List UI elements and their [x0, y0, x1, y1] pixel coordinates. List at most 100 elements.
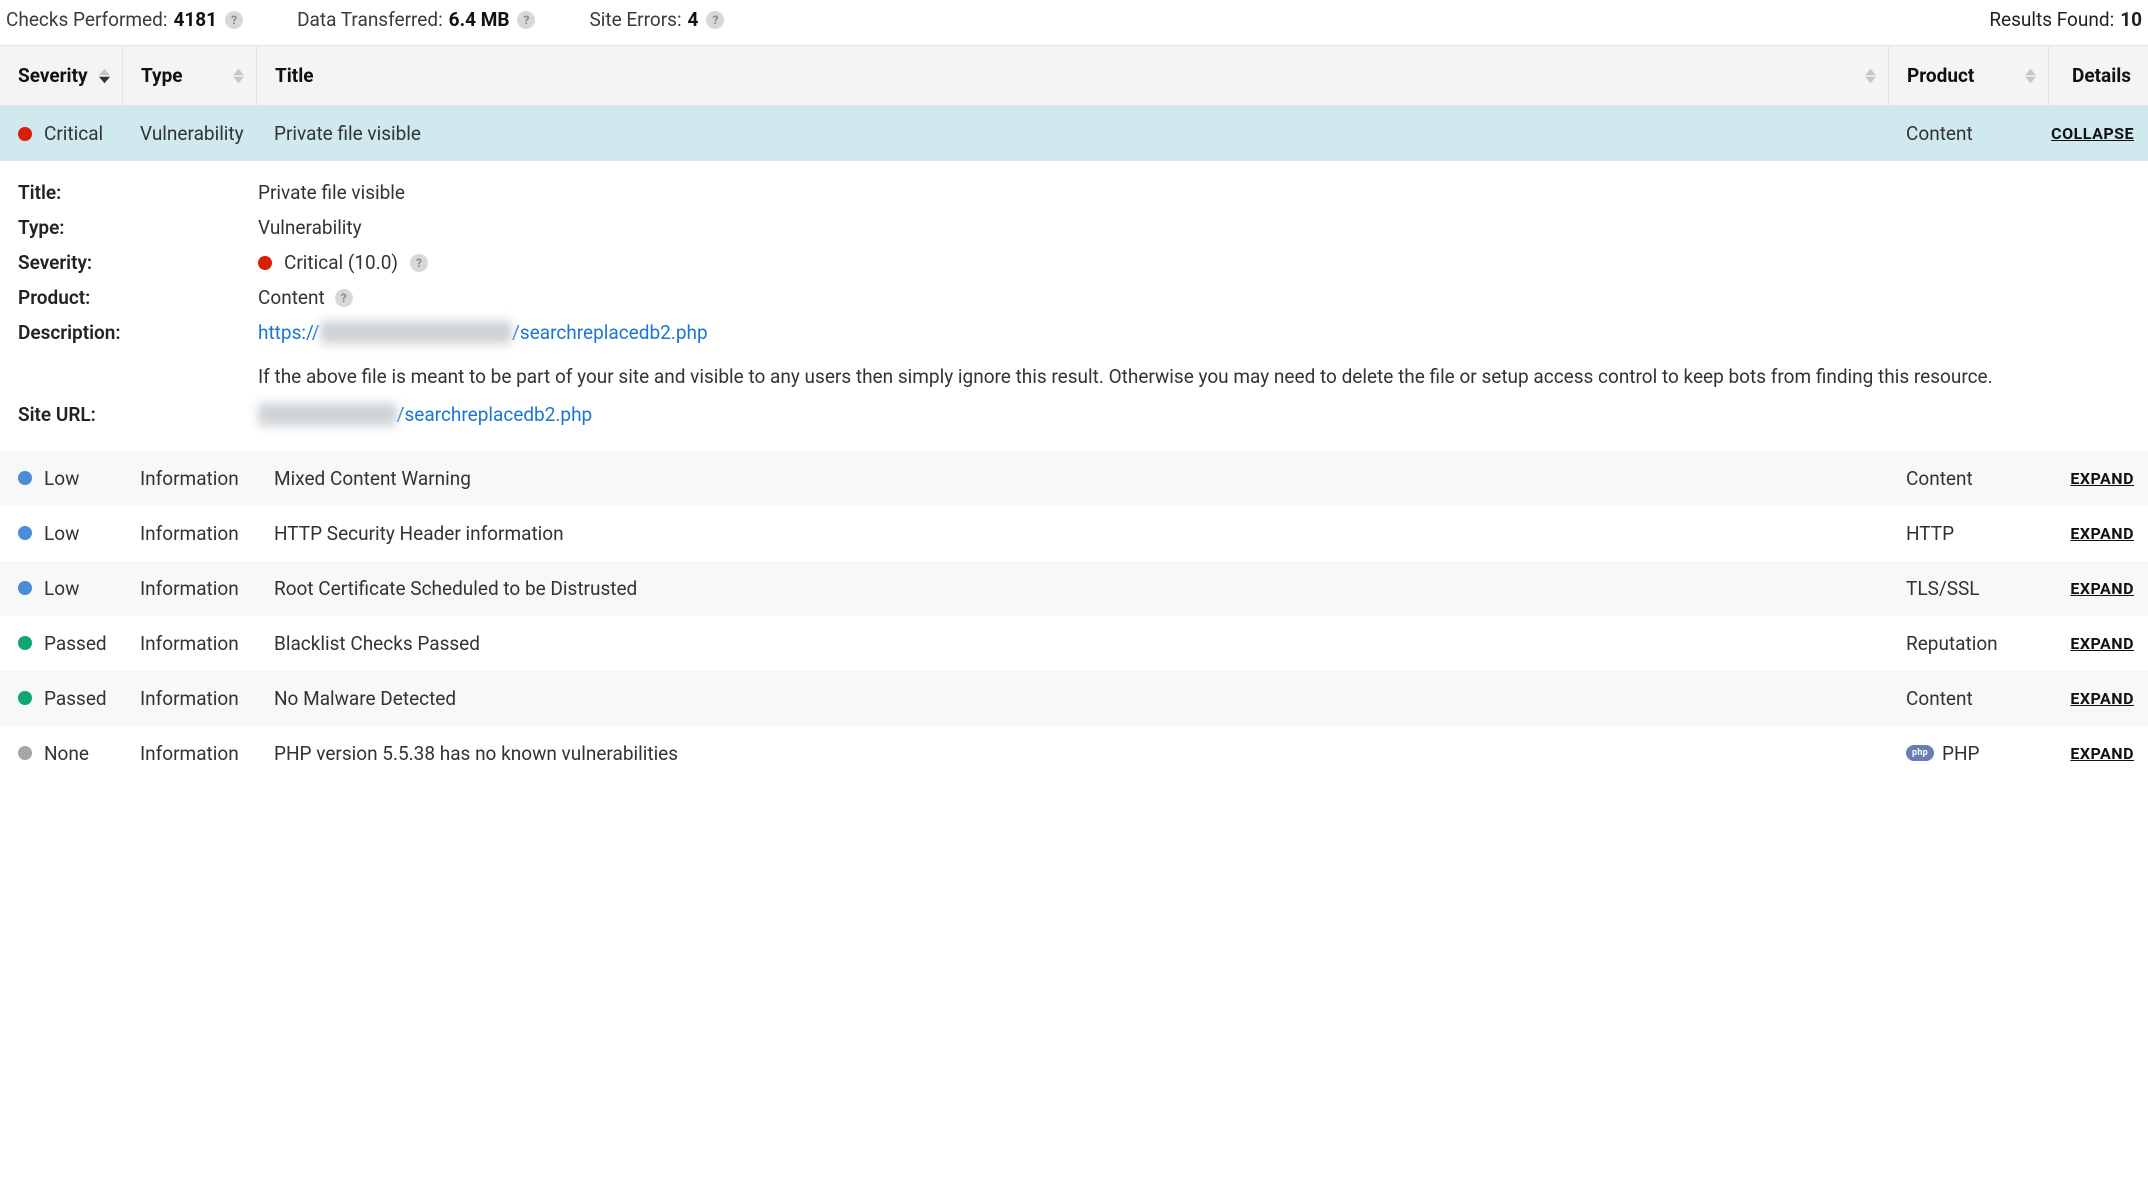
redacted-text: ██████████ [258, 403, 397, 426]
column-product-label: Product [1907, 64, 1974, 87]
description-body: If the above file is meant to be part of… [258, 363, 2130, 391]
cell-title: PHP version 5.5.38 has no known vulnerab… [256, 726, 1888, 781]
severity-dot-icon [18, 581, 32, 595]
panel-row: Description:https://██████████████/searc… [18, 315, 2130, 351]
cell-title: No Malware Detected [256, 671, 1888, 726]
details-panel: Title:Private file visibleType:Vulnerabi… [0, 161, 2148, 451]
sort-icon [233, 68, 244, 84]
table-row[interactable]: Critical VulnerabilityPrivate file visibl… [0, 106, 2148, 161]
expand-button[interactable]: EXPAND [2070, 744, 2134, 763]
cell-title: Mixed Content Warning [256, 451, 1888, 506]
column-title[interactable]: Title [256, 46, 1888, 105]
expand-button[interactable]: EXPAND [2070, 579, 2134, 598]
help-icon[interactable] [410, 254, 428, 272]
help-icon[interactable] [517, 11, 535, 29]
product-text: TLS/SSL [1906, 577, 1980, 600]
panel-label: Type: [18, 216, 258, 239]
cell-type: Vulnerability [122, 106, 256, 161]
expand-button[interactable]: EXPAND [2070, 469, 2134, 488]
table-row[interactable]: LowInformationMixed Content WarningConte… [0, 451, 2148, 506]
table-row[interactable]: LowInformationRoot Certificate Scheduled… [0, 561, 2148, 616]
product-text: Content [1906, 122, 1973, 145]
cell-product: phpPHP [1888, 726, 2048, 781]
stat-checks-label: Checks Performed: [6, 8, 167, 31]
expand-button[interactable]: EXPAND [2070, 634, 2134, 653]
chevron-down-icon [233, 76, 244, 84]
cell-severity: Low [0, 506, 122, 561]
panel-value: ██████████/searchreplacedb2.php [258, 403, 2130, 427]
cell-type: Information [122, 561, 256, 616]
stat-results-value: 10 [2120, 8, 2142, 31]
panel-row: Severity: Critical (10.0) [18, 245, 2130, 280]
cell-title: Private file visible [256, 106, 1888, 161]
stat-checks: Checks Performed: 4181 [6, 8, 243, 31]
cell-details: EXPAND [2048, 508, 2148, 559]
help-icon[interactable] [335, 289, 353, 307]
table-row[interactable]: PassedInformationBlacklist Checks Passed… [0, 616, 2148, 671]
cell-type: Information [122, 616, 256, 671]
table-row[interactable]: NoneInformationPHP version 5.5.38 has no… [0, 726, 2148, 781]
collapse-button[interactable]: COLLAPSE [2051, 124, 2134, 143]
table-row[interactable]: LowInformationHTTP Security Header infor… [0, 506, 2148, 561]
column-type[interactable]: Type [122, 46, 256, 105]
chevron-up-icon [99, 68, 110, 76]
cell-details: EXPAND [2048, 453, 2148, 504]
expand-button[interactable]: EXPAND [2070, 524, 2134, 543]
expand-button[interactable]: EXPAND [2070, 689, 2134, 708]
panel-row: If the above file is meant to be part of… [18, 351, 2130, 397]
cell-product: HTTP [1888, 506, 2048, 561]
panel-row: Product:Content [18, 280, 2130, 315]
sort-icon [2025, 68, 2036, 84]
table-header: Severity Type Title Product [0, 45, 2148, 106]
column-severity-label: Severity [18, 64, 88, 87]
column-product[interactable]: Product [1888, 46, 2048, 105]
severity-dot-icon [18, 127, 32, 141]
cell-product: TLS/SSL [1888, 561, 2048, 616]
panel-label: Title: [18, 181, 258, 204]
severity-text: Passed [44, 687, 107, 710]
table-row[interactable]: PassedInformationNo Malware DetectedCont… [0, 671, 2148, 726]
cell-details: EXPAND [2048, 728, 2148, 779]
column-details-label: Details [2072, 64, 2131, 87]
stat-checks-value: 4181 [173, 8, 217, 31]
cell-severity: Critical [0, 106, 122, 161]
cell-title: Root Certificate Scheduled to be Distrus… [256, 561, 1888, 616]
panel-label: Severity: [18, 251, 258, 274]
chevron-up-icon [1865, 68, 1876, 76]
panel-row: Type:Vulnerability [18, 210, 2130, 245]
cell-product: Content [1888, 451, 2048, 506]
severity-text: Critical [44, 122, 103, 145]
severity-dot-icon [18, 636, 32, 650]
cell-severity: Passed [0, 671, 122, 726]
scan-results-container: Checks Performed: 4181 Data Transferred:… [0, 0, 2148, 781]
cell-details: EXPAND [2048, 618, 2148, 669]
severity-dot-icon [18, 746, 32, 760]
panel-label: Description: [18, 321, 258, 344]
help-icon[interactable] [225, 11, 243, 29]
cell-type: Information [122, 726, 256, 781]
cell-product: Content [1888, 671, 2048, 726]
table-body: CriticalVulnerabilityPrivate file visibl… [0, 106, 2148, 781]
sort-icon [1865, 68, 1876, 84]
redacted-text: ██████████████ [320, 321, 512, 344]
panel-value: Private file visible [258, 181, 2130, 204]
severity-text: Low [44, 467, 79, 490]
product-text: HTTP [1906, 522, 1954, 545]
cell-type: Information [122, 506, 256, 561]
panel-label: Site URL: [18, 403, 258, 426]
column-type-label: Type [141, 64, 183, 87]
severity-dot-icon [18, 691, 32, 705]
description-link[interactable]: https://██████████████/searchreplacedb2.… [258, 321, 708, 344]
severity-text: Low [44, 522, 79, 545]
product-text: Content [1906, 467, 1973, 490]
help-icon[interactable] [706, 11, 724, 29]
panel-value: Vulnerability [258, 216, 2130, 239]
stat-data: Data Transferred: 6.4 MB [297, 8, 535, 31]
site-url-link[interactable]: ██████████/searchreplacedb2.php [258, 403, 592, 426]
stat-errors: Site Errors: 4 [589, 8, 724, 31]
cell-product: Reputation [1888, 616, 2048, 671]
chevron-up-icon [233, 68, 244, 76]
chevron-down-icon [99, 76, 110, 84]
column-severity[interactable]: Severity [0, 46, 122, 105]
stat-results-label: Results Found: [1989, 8, 2114, 31]
